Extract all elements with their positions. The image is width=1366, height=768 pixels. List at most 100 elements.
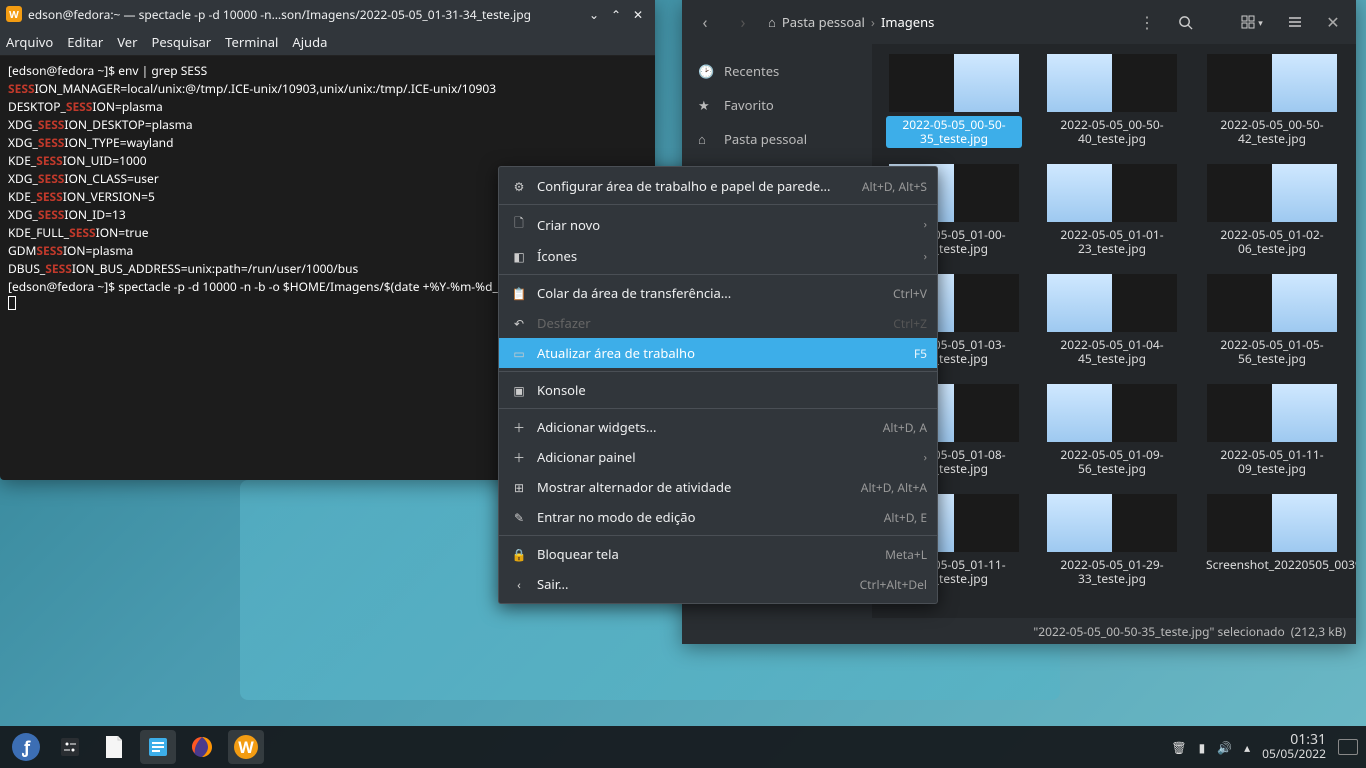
file-item[interactable]: Screenshot_20220505_003954. [1198,490,1346,592]
fm-close-button[interactable]: ✕ [1316,6,1350,38]
context-menu-item[interactable]: 🗋Criar novo› [499,208,937,241]
file-thumbnail [1047,494,1177,552]
file-thumbnail [1207,384,1337,442]
file-label: 2022-05-05_01-04-45_teste.jpg [1044,336,1180,368]
fedora-icon: ƒ [12,733,40,761]
file-label: 2022-05-05_01-09-56_teste.jpg [1044,446,1180,478]
file-item[interactable]: 2022-05-05_01-04-45_teste.jpg [1040,270,1184,372]
sidebar-label: Recentes [724,62,779,80]
chevron-right-icon: › [924,217,927,232]
file-thumbnail [1207,274,1337,332]
icon-view-button[interactable]: ▾ [1230,6,1274,38]
terminal-menubar: Arquivo Editar Ver Pesquisar Terminal Aj… [0,28,655,56]
terminal-titlebar[interactable]: W edson@fedora:~ — spectacle -p -d 10000… [0,0,655,28]
menu-edit[interactable]: Editar [67,33,103,51]
file-item[interactable]: 2022-05-05_00-50-35_teste.jpg [882,50,1026,152]
search-button[interactable] [1168,6,1202,38]
task-dolphin[interactable] [140,730,176,764]
crumb-home[interactable]: Pasta pessoal [782,13,865,31]
fm-content[interactable]: 2022-05-05_00-50-35_teste.jpg2022-05-05_… [872,44,1356,618]
fm-statusbar: "2022-05-05_00-50-35_teste.jpg" selecion… [682,618,1356,644]
menu-item-icon: 🔒 [509,546,529,563]
context-menu-item[interactable]: ▭Atualizar área de trabalhoF5 [499,338,937,368]
file-item[interactable]: 2022-05-05_01-09-56_teste.jpg [1040,380,1184,482]
context-menu-item[interactable]: ✎Entrar no modo de ediçãoAlt+D, E [499,502,937,532]
file-thumbnail [1047,384,1177,442]
back-button[interactable]: ‹ [688,6,722,38]
task-system-settings[interactable] [52,730,88,764]
forward-button[interactable]: › [726,6,760,38]
tray-volume-icon[interactable]: 🔊 [1217,739,1232,756]
file-thumbnail [1047,274,1177,332]
context-menu-item[interactable]: ⚙Configurar área de trabalho e papel de … [499,171,937,201]
sidebar-item[interactable]: ⌂ Pasta pessoal [682,122,872,156]
menu-item-label: Entrar no modo de edição [537,508,884,526]
breadcrumb: ⌂ Pasta pessoal › Imagens [764,13,1126,31]
menu-item-icon: 📋 [509,285,529,302]
clock-date: 05/05/2022 [1262,747,1326,761]
task-text-editor[interactable] [96,730,132,764]
status-size: (212,3 kB) [1291,623,1346,640]
sidebar-label: Favorito [724,96,774,114]
context-menu-item[interactable]: ⊞ Mostrar alternador de atividadeAlt+D, A… [499,472,937,502]
context-menu-item[interactable]: ＋Adicionar painel› [499,442,937,472]
menu-item-icon: ▣ [509,382,529,399]
file-thumbnail [1207,164,1337,222]
menu-item-shortcut: Alt+D, A [883,419,927,436]
menu-button[interactable]: ⋮ [1130,6,1164,38]
menu-terminal[interactable]: Terminal [225,33,278,51]
show-desktop-button[interactable] [1338,739,1358,755]
maximize-icon[interactable]: ⌃ [605,3,627,25]
chevron-right-icon: › [924,450,927,465]
menu-separator [499,274,937,275]
sidebar-item[interactable]: ★Favorito [682,88,872,122]
context-menu-item[interactable]: ＋Adicionar widgets...Alt+D, A [499,412,937,442]
menu-help[interactable]: Ajuda [292,33,327,51]
sidebar-item[interactable]: 🕑Recentes [682,54,872,88]
menu-item-shortcut: Alt+D, Alt+A [861,479,927,496]
file-item[interactable]: 2022-05-05_01-29-33_teste.jpg [1040,490,1184,592]
menu-separator [499,535,937,536]
file-item[interactable]: 2022-05-05_01-01-23_teste.jpg [1040,160,1184,262]
menu-item-label: Mostrar alternador de atividade [537,478,861,496]
menu-separator [499,371,937,372]
close-icon[interactable]: ✕ [627,3,649,25]
context-menu-item[interactable]: 🔒Bloquear telaMeta+L [499,539,937,569]
minimize-icon[interactable]: ⌄ [583,3,605,25]
file-item[interactable]: 2022-05-05_00-50-42_teste.jpg [1198,50,1346,152]
context-menu-item[interactable]: ▣Konsole [499,375,937,405]
menu-file[interactable]: Arquivo [6,33,53,51]
file-item[interactable]: 2022-05-05_01-05-56_teste.jpg [1198,270,1346,372]
file-thumbnail [1207,494,1337,552]
file-item[interactable]: 2022-05-05_01-11-09_teste.jpg [1198,380,1346,482]
menu-item-icon: ⊞ [509,479,529,496]
sidebar-label: Pasta pessoal [724,130,807,148]
file-thumbnail [1047,164,1177,222]
file-label: 2022-05-05_01-05-56_teste.jpg [1202,336,1342,368]
file-item[interactable]: 2022-05-05_00-50-40_teste.jpg [1040,50,1184,152]
context-menu-item: ↶DesfazerCtrl+Z [499,308,937,338]
menu-item-icon: ✎ [509,509,529,526]
taskbar: ƒ W 🗑 ▮ 🔊 ▴ 01:31 05/05/2022 [0,726,1366,768]
crumb-images[interactable]: Imagens [881,13,934,31]
sidebar-icon: ⌂ [698,130,714,148]
tray-expand-icon[interactable]: ▴ [1244,739,1250,756]
menu-item-label: Ícones [537,247,924,265]
context-menu-item[interactable]: ◧Ícones› [499,241,937,271]
menu-search[interactable]: Pesquisar [151,33,211,51]
context-menu-item[interactable]: ‹Sair...Ctrl+Alt+Del [499,569,937,599]
terminal-app-icon: W [6,6,22,22]
menu-item-shortcut: Alt+D, Alt+S [862,178,927,195]
list-view-button[interactable] [1278,6,1312,38]
app-launcher[interactable]: ƒ [8,730,44,764]
task-konsole[interactable]: W [228,730,264,764]
context-menu-item[interactable]: 📋Colar da área de transferência...Ctrl+V [499,278,937,308]
file-item[interactable]: 2022-05-05_01-02-06_teste.jpg [1198,160,1346,262]
taskbar-clock[interactable]: 01:31 05/05/2022 [1262,733,1326,761]
tray-battery-icon[interactable]: ▮ [1199,739,1206,756]
menu-item-shortcut: Ctrl+V [893,285,927,302]
task-firefox[interactable] [184,730,220,764]
menu-view[interactable]: Ver [117,33,137,51]
tray-trash-icon[interactable]: 🗑 [1171,739,1186,756]
menu-item-icon: ⚙ [509,178,529,195]
